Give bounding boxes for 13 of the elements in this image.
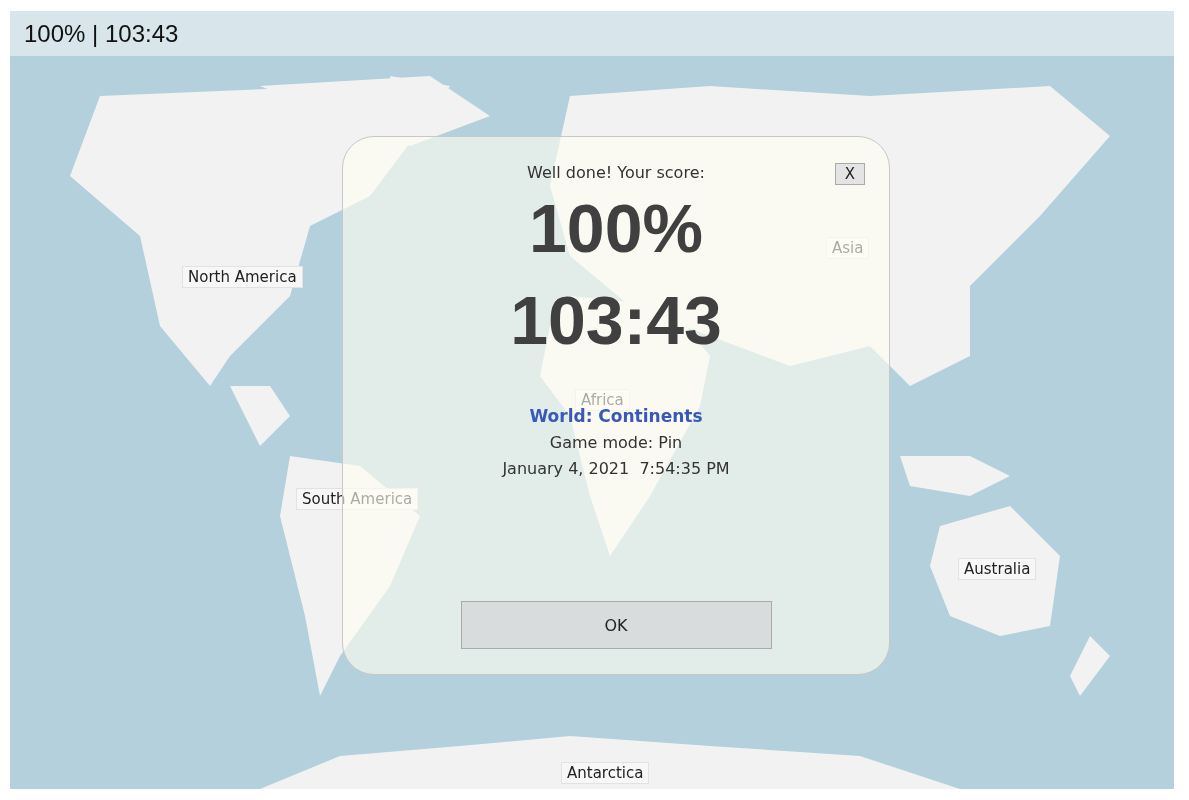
score-percent: 100% <box>529 189 703 268</box>
close-button[interactable]: X <box>834 163 865 185</box>
continent-label: South America <box>296 488 419 510</box>
score-time-text: 100% | 103:43 <box>24 19 179 48</box>
dialog-heading: Well done! Your score: <box>527 163 705 182</box>
continent-label: Asia <box>826 237 870 259</box>
date-text: January 4, 2021 7:54:35 PM <box>502 459 730 478</box>
ok-button[interactable]: OK <box>460 601 772 649</box>
elapsed-time: 103:43 <box>510 281 722 360</box>
continent-label: Australia <box>958 558 1037 580</box>
continent-label: North America <box>182 266 303 288</box>
continent-label: Antarctica <box>561 762 650 784</box>
game-mode-text: Game mode: Pin <box>549 433 683 452</box>
